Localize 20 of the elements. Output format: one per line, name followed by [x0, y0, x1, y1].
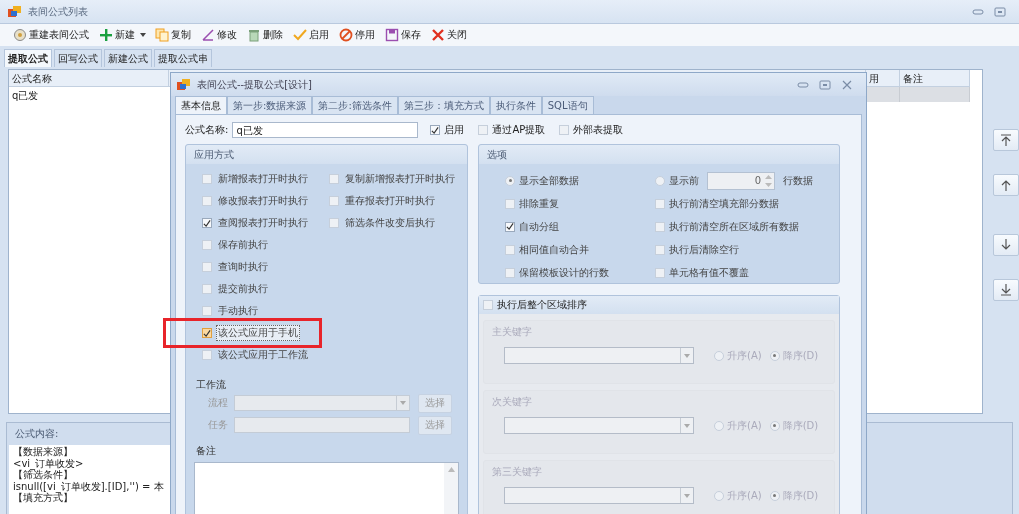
panel-title: 公式内容: [14, 427, 60, 441]
formula-line: 【筛选条件】 [13, 469, 73, 481]
column-header: 用 [866, 70, 900, 87]
group-title: 应用方式 [186, 145, 467, 164]
dialog-title: 表间公式--提取公式[设计] [197, 77, 313, 92]
field-label: 公式名称: [185, 123, 229, 137]
table-cell-text: q已发 [11, 89, 40, 102]
section-title: 备注 [196, 444, 216, 458]
group-title: 选项 [479, 145, 839, 164]
field-label: 任务 [208, 418, 228, 432]
formula-line: isnull([vi_订单收发].[ID],'') = 本 [13, 480, 164, 492]
formula-line: 【填充方式】 [13, 492, 73, 504]
formula-line: <vi_订单收发> [13, 457, 84, 469]
column-header: 备注 [900, 70, 970, 87]
column-header: 公式名称 [9, 70, 169, 87]
field-label: 行数据 [783, 173, 813, 188]
formula-line: 【数据来源】 [13, 446, 73, 458]
field-label: 流程 [208, 396, 228, 410]
window-title: 表间公式列表 [28, 4, 88, 19]
section-title: 工作流 [196, 378, 226, 392]
